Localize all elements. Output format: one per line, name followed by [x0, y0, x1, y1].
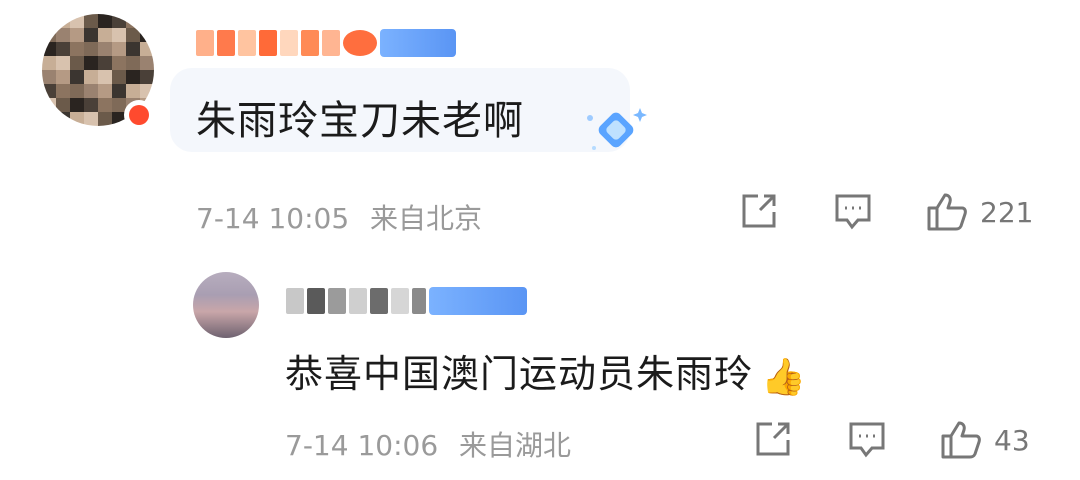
like-icon	[926, 192, 968, 232]
comment-icon	[834, 192, 872, 232]
share-icon	[740, 192, 778, 230]
reply-username-obscured[interactable]	[286, 284, 527, 318]
reply-like-count: 43	[994, 423, 1030, 457]
reply-date: 7-14 10:06	[285, 429, 439, 462]
comment-location: 来自北京	[370, 202, 483, 235]
reply-meta: 7-14 10:06 来自湖北	[285, 424, 571, 464]
share-button[interactable]	[740, 192, 778, 230]
reply-location: 来自湖北	[459, 429, 572, 462]
comment-text: 朱雨玲宝刀未老啊	[196, 98, 524, 144]
reply-share-button[interactable]	[754, 420, 792, 458]
comment-button[interactable]	[834, 192, 872, 232]
reply-like-button[interactable]: 43	[940, 420, 1030, 460]
reply-comment-button[interactable]	[848, 420, 886, 460]
reply-avatar[interactable]	[193, 272, 259, 338]
comment-date: 7-14 10:05	[196, 202, 350, 235]
like-icon	[940, 420, 982, 460]
comment-meta: 7-14 10:05 来自北京	[196, 197, 482, 237]
share-icon	[754, 420, 792, 458]
level-badge	[380, 29, 456, 57]
reply-text-content: 恭喜中国澳门运动员朱雨玲	[285, 352, 754, 396]
like-count: 221	[980, 195, 1034, 229]
username-obscured[interactable]	[196, 26, 456, 60]
thumbs-up-emoji: 👍	[761, 356, 807, 398]
sparkle-decoration-icon	[587, 108, 647, 150]
like-button[interactable]: 221	[926, 192, 1033, 232]
level-badge	[429, 287, 527, 315]
comment-icon	[848, 420, 886, 460]
avatar-status-badge	[124, 100, 154, 130]
reply-text: 恭喜中国澳门运动员朱雨玲 👍	[285, 343, 807, 398]
